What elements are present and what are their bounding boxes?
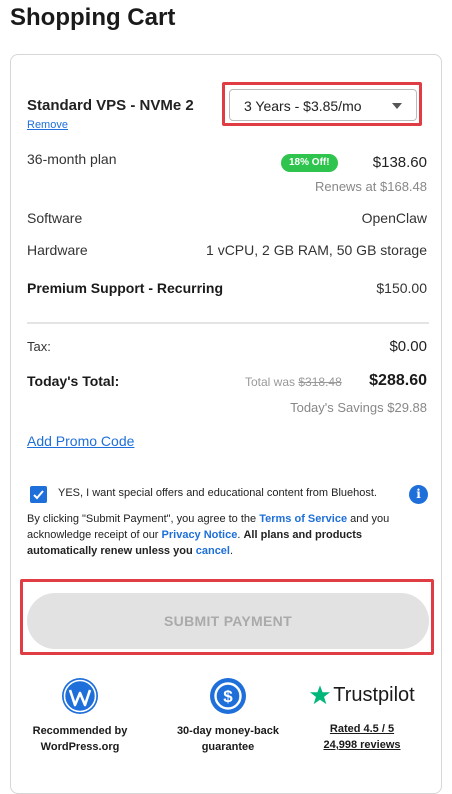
trustpilot-logo: Trustpilot [297, 677, 427, 713]
moneyback-badge-line1: 30-day money-back [176, 725, 280, 737]
trustpilot-rating: Rated 4.5 / 5 [329, 723, 395, 735]
moneyback-badge-text: 30-day money-back guarantee [163, 723, 293, 755]
wordpress-badge-text: Recommended by WordPress.org [15, 723, 145, 755]
info-icon[interactable]: i [409, 485, 428, 504]
discount-badge: 18% Off! [281, 154, 338, 172]
highlight-box-term-select [222, 82, 422, 126]
wordpress-icon [62, 678, 98, 714]
consent-label: YES, I want special offers and education… [58, 487, 377, 499]
tax-value: $0.00 [389, 338, 427, 355]
consent-checkbox[interactable] [30, 486, 47, 503]
divider [27, 322, 429, 324]
legal-part4: . [229, 545, 234, 557]
hardware-label: Hardware [27, 242, 88, 258]
software-label: Software [27, 210, 83, 226]
star-icon [310, 685, 331, 705]
wordpress-badge-line2: WordPress.org [40, 741, 120, 753]
add-promo-code-link[interactable]: Add Promo Code [27, 433, 134, 449]
renewal-price: Renews at $168.48 [314, 179, 427, 194]
plan-price: $138.60 [372, 154, 427, 171]
addon-value: $150.00 [376, 280, 427, 296]
trustpilot-brand: Trustpilot [333, 683, 415, 706]
trustpilot-rating-link[interactable]: Rated 4.5 / 5 24,998 reviews [297, 721, 427, 753]
remove-link[interactable]: Remove [27, 119, 68, 131]
privacy-notice-link[interactable]: Privacy Notice [162, 529, 238, 541]
cancel-link[interactable]: cancel [196, 545, 230, 557]
legal-text: By clicking "Submit Payment", you agree … [27, 511, 429, 559]
total-was: Total was $318.48 [245, 375, 342, 389]
legal-part3: . [237, 529, 241, 541]
moneyback-badge-line2: guarantee [201, 741, 255, 753]
money-back-icon: $ [210, 678, 246, 714]
tax-label: Tax: [27, 339, 51, 354]
moneyback-badge: $ 30-day money-back guarantee [163, 677, 293, 755]
total-was-value: $318.48 [298, 375, 342, 389]
software-value: OpenClaw [361, 210, 427, 226]
wordpress-badge: Recommended by WordPress.org [15, 677, 145, 755]
legal-part1: By clicking "Submit Payment", you agree … [27, 513, 257, 525]
svg-text:$: $ [223, 687, 233, 706]
highlight-box-submit [20, 579, 434, 655]
terms-of-service-link[interactable]: Terms of Service [259, 513, 347, 525]
total-value: $288.60 [369, 372, 427, 389]
page-title: Shopping Cart [10, 4, 176, 31]
total-was-prefix: Total was [245, 375, 296, 389]
hardware-value: 1 vCPU, 2 GB RAM, 50 GB storage [206, 242, 427, 258]
trustpilot-reviews: 24,998 reviews [323, 739, 401, 751]
product-name: Standard VPS - NVMe 2 [27, 97, 194, 114]
plan-label: 36-month plan [27, 151, 117, 167]
trustpilot-badge: Trustpilot Rated 4.5 / 5 24,998 reviews [297, 677, 427, 753]
savings-text: Today's Savings $29.88 [290, 400, 427, 415]
addon-label: Premium Support - Recurring [27, 280, 224, 296]
total-label: Today's Total: [27, 373, 120, 389]
wordpress-badge-line1: Recommended by [32, 725, 128, 737]
cart-card: Standard VPS - NVMe 2 Remove 3 Years - $… [10, 54, 442, 794]
checkmark-icon [33, 490, 44, 500]
